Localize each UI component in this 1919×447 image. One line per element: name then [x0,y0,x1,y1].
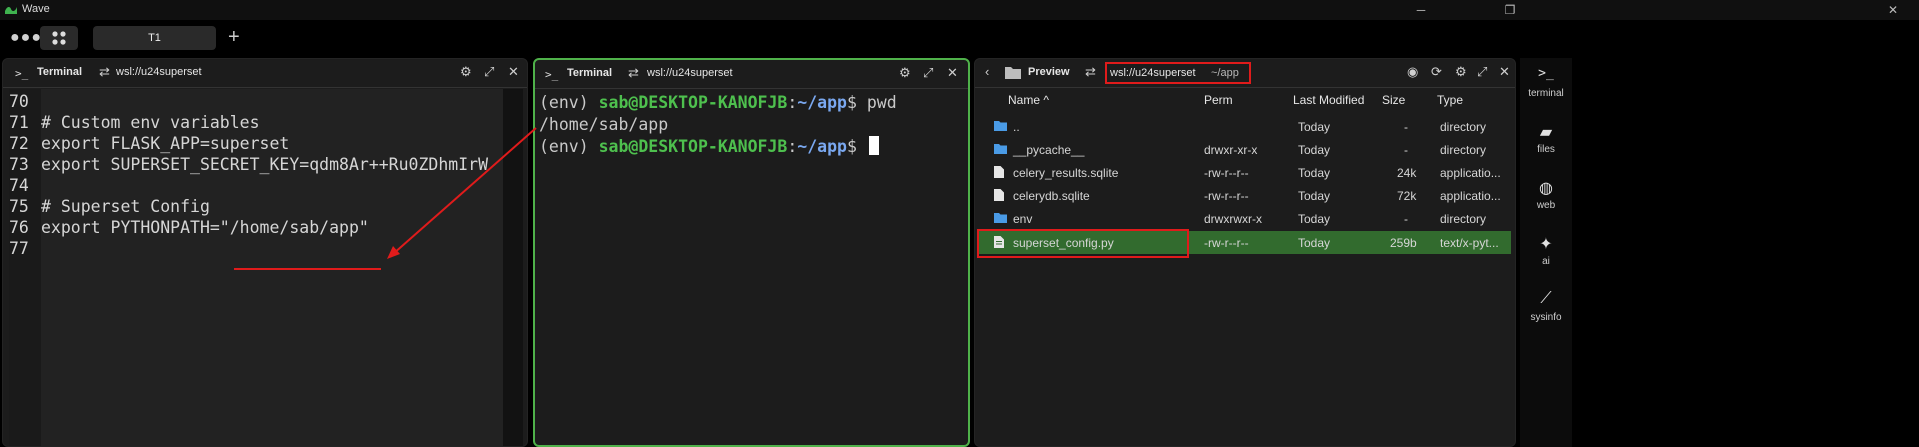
annotation-overlay [234,127,537,270]
annotation-arrow-line [392,127,537,255]
annotation-arrowhead [387,246,400,259]
